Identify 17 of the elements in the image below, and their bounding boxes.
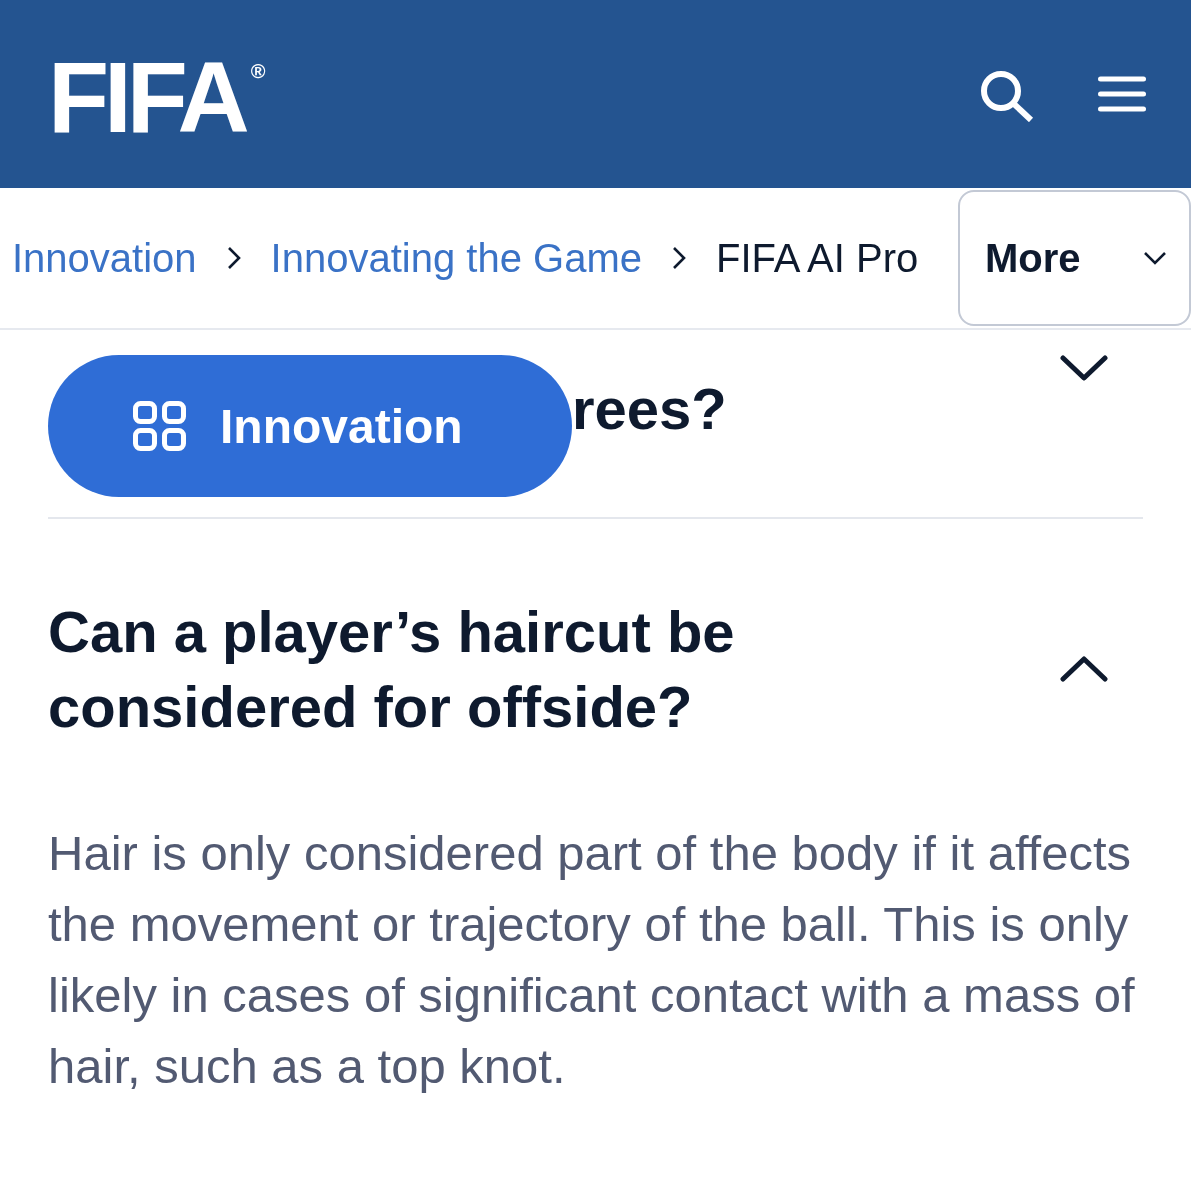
floating-section-button[interactable]: Innovation [48,355,572,497]
chevron-right-icon [671,246,686,270]
chevron-right-icon [226,246,241,270]
faq-answer: Hair is only considered part of the body if it affects the movement or trajectory of the ball. This is only likely in cases of significant contact with a mass of hair, such as a top knot. [48,825,1136,1095]
search-icon[interactable] [980,70,1034,122]
chevron-down-icon[interactable] [1060,355,1108,381]
chevron-up-icon[interactable] [1060,656,1108,682]
grid-icon [133,401,186,451]
faq-question[interactable]: Can a player’s haircut be considered for offside? [48,594,848,744]
faq-question[interactable]: rees? [572,371,727,446]
more-button[interactable]: More [958,190,1191,326]
logo[interactable]: FIFA$^{®}$ [48,47,266,147]
menu-icon[interactable] [1098,76,1146,112]
breadcrumb-link[interactable]: Innovation [12,234,197,282]
breadcrumb-link[interactable]: Innovating the Game [270,234,642,282]
breadcrumb-current-link[interactable]: FIFA AI Pro [715,234,919,282]
chevron-down-icon [1143,251,1167,265]
